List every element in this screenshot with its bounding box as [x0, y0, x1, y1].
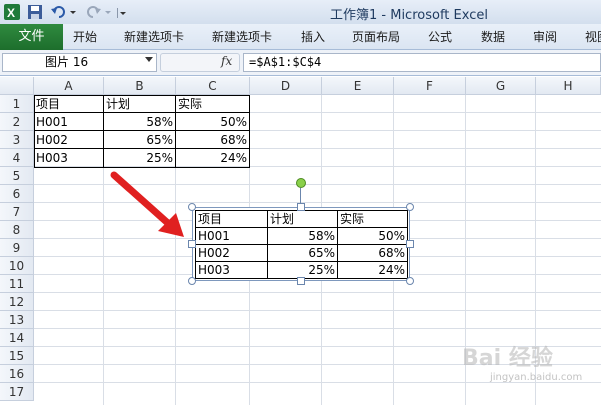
cell-b2[interactable]: 58% — [104, 113, 175, 131]
cell-a1[interactable]: 项目 — [34, 95, 103, 113]
row-header[interactable]: 5 — [0, 167, 34, 185]
tab-page-layout[interactable]: 页面布局 — [352, 24, 400, 50]
cell-c4[interactable]: 24% — [176, 149, 249, 167]
picture-cell: 项目 — [198, 212, 223, 226]
resize-handle[interactable] — [406, 277, 414, 285]
picture-cell: 计划 — [270, 212, 295, 226]
row-header[interactable]: 4 — [0, 149, 34, 167]
picture-cell: 68% — [378, 246, 405, 260]
title-bar: X 工作簿1 - Microsoft Excel — [0, 0, 601, 24]
row-header[interactable]: 14 — [0, 329, 34, 347]
column-header-f[interactable]: F — [394, 77, 466, 95]
row-header[interactable]: 7 — [0, 203, 34, 221]
tab-insert[interactable]: 插入 — [301, 24, 325, 50]
resize-handle[interactable] — [188, 203, 196, 211]
cell-c2[interactable]: 50% — [176, 113, 249, 131]
insert-function-button[interactable]: fx — [221, 54, 232, 68]
tab-new-1[interactable]: 新建选项卡 — [124, 24, 184, 50]
gridline — [34, 328, 601, 329]
chevron-down-icon[interactable] — [104, 3, 112, 21]
gridline — [34, 292, 601, 293]
tab-formulas[interactable]: 公式 — [428, 24, 452, 50]
row-header[interactable]: 2 — [0, 113, 34, 131]
resize-handle[interactable] — [297, 277, 305, 285]
picture-cell: 65% — [308, 246, 335, 260]
row-header[interactable]: 3 — [0, 131, 34, 149]
row-header[interactable]: 12 — [0, 293, 34, 311]
column-header-h[interactable]: H — [536, 77, 601, 95]
undo-icon[interactable] — [50, 3, 68, 21]
row-header[interactable]: 15 — [0, 347, 34, 365]
picture-cell: 50% — [378, 229, 405, 243]
picture-cell: H001 — [198, 229, 230, 243]
resize-handle[interactable] — [406, 240, 414, 248]
cell-b1[interactable]: 计划 — [104, 95, 175, 113]
row-header[interactable]: 11 — [0, 275, 34, 293]
chevron-down-icon[interactable] — [145, 57, 153, 62]
file-tab[interactable]: 文件 — [0, 24, 63, 50]
svg-text:X: X — [7, 6, 15, 20]
resize-handle[interactable] — [188, 277, 196, 285]
picture-cell: 实际 — [340, 212, 365, 226]
cell-c3[interactable]: 68% — [176, 131, 249, 149]
picture-cell: H003 — [198, 263, 230, 277]
rotate-handle[interactable] — [296, 178, 306, 188]
row-header[interactable]: 9 — [0, 239, 34, 257]
resize-handle[interactable] — [406, 203, 414, 211]
cell-c1[interactable]: 实际 — [176, 95, 249, 113]
column-header-c[interactable]: C — [176, 77, 250, 95]
cell-b3[interactable]: 65% — [104, 131, 175, 149]
redo-icon[interactable] — [84, 3, 102, 21]
tab-data[interactable]: 数据 — [481, 24, 505, 50]
resize-handle[interactable] — [297, 203, 305, 211]
column-header-b[interactable]: B — [104, 77, 176, 95]
picture-table: 项目 计划 实际 H001 58% 50% H002 65% 68% H003 … — [195, 210, 408, 279]
window-title: 工作簿1 - Microsoft Excel — [330, 8, 488, 23]
tab-home[interactable]: 开始 — [73, 24, 97, 50]
cell-a3[interactable]: H002 — [34, 131, 103, 149]
ribbon-tabs: 文件 开始 新建选项卡 新建选项卡 插入 页面布局 公式 数据 审阅 视图 — [0, 24, 601, 50]
row-header[interactable]: 13 — [0, 311, 34, 329]
column-header-a[interactable]: A — [34, 77, 104, 95]
save-icon[interactable] — [27, 3, 43, 21]
tab-new-2[interactable]: 新建选项卡 — [212, 24, 272, 50]
row-header[interactable]: 6 — [0, 185, 34, 203]
picture-cell: 58% — [308, 229, 335, 243]
red-arrow-annotation — [110, 171, 184, 237]
formula-bar: 图片 16 fx =$A$1:$C$4 — [0, 50, 601, 76]
chevron-down-icon[interactable] — [69, 3, 77, 21]
cell-b4[interactable]: 25% — [104, 149, 175, 167]
tab-view[interactable]: 视图 — [585, 24, 601, 50]
excel-logo-icon: X — [4, 4, 20, 20]
customize-toolbar-icon[interactable] — [116, 3, 126, 21]
cell-a4[interactable]: H003 — [34, 149, 103, 167]
name-box[interactable]: 图片 16 — [2, 53, 157, 72]
row-header[interactable]: 16 — [0, 365, 34, 383]
picture-cell: 24% — [378, 263, 405, 277]
resize-handle[interactable] — [188, 240, 196, 248]
formula-input[interactable]: =$A$1:$C$4 — [243, 53, 601, 72]
row-header[interactable]: 10 — [0, 257, 34, 275]
column-header-g[interactable]: G — [466, 77, 536, 95]
watermark: Bai 经验 — [462, 346, 553, 371]
tab-review[interactable]: 审阅 — [533, 24, 557, 50]
row-header[interactable]: 17 — [0, 383, 34, 401]
column-header-d[interactable]: D — [250, 77, 322, 95]
row-header[interactable]: 1 — [0, 95, 34, 113]
column-header-e[interactable]: E — [322, 77, 394, 95]
row-header[interactable]: 8 — [0, 221, 34, 239]
select-all-corner[interactable] — [0, 77, 34, 95]
picture-cell: H002 — [198, 246, 230, 260]
linked-picture[interactable]: 项目 计划 实际 H001 58% 50% H002 65% 68% H003 … — [188, 203, 414, 285]
cell-a2[interactable]: H001 — [34, 113, 103, 131]
watermark-sub: jingyan.baidu.com — [490, 372, 583, 383]
gridline — [34, 310, 601, 311]
